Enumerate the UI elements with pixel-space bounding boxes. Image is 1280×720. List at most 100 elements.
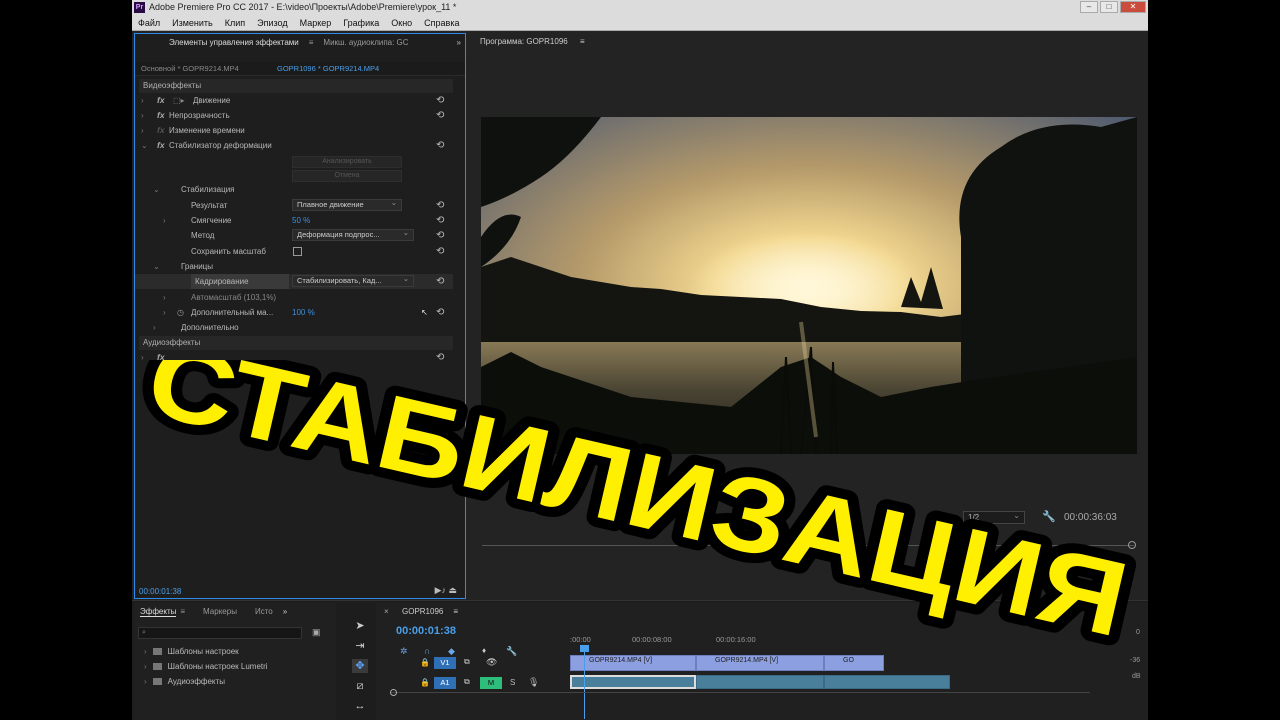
slip-tool-icon[interactable]: ↔ bbox=[352, 699, 368, 713]
effects-search-input[interactable]: ⌕ bbox=[138, 627, 302, 639]
close-button[interactable]: ✕ bbox=[1120, 1, 1146, 13]
track-select-tool-icon[interactable]: ⇥ bbox=[352, 639, 368, 653]
wrench-icon[interactable]: 🔧 bbox=[1042, 510, 1056, 523]
tab-audio-clip-mixer[interactable]: Микш. аудиоклипа: GC bbox=[315, 34, 416, 52]
reset-icon[interactable]: ⟲ bbox=[436, 350, 444, 365]
playhead-line[interactable] bbox=[584, 647, 585, 719]
collapse-arrow-icon[interactable]: ⌄ bbox=[153, 259, 160, 274]
overflow-icon[interactable]: » bbox=[283, 607, 287, 617]
panel-menu-icon[interactable]: ≡ bbox=[453, 607, 458, 616]
expand-arrow-icon[interactable]: › bbox=[144, 677, 147, 686]
expand-arrow-icon[interactable]: › bbox=[153, 320, 156, 335]
maximize-button[interactable]: □ bbox=[1100, 1, 1118, 13]
minimize-button[interactable]: – bbox=[1080, 1, 1098, 13]
result-dropdown[interactable]: Плавное движение bbox=[292, 199, 402, 211]
effect-warp-stabilizer[interactable]: ⌄ fx Стабилизатор деформации ⟲ bbox=[135, 138, 453, 153]
menu-help[interactable]: Справка bbox=[418, 15, 465, 30]
list-item[interactable]: › Аудиоэффекты bbox=[144, 677, 225, 686]
program-scrub-bar[interactable] bbox=[482, 545, 1134, 546]
fx-icon[interactable]: fx bbox=[157, 93, 165, 108]
collapse-arrow-icon[interactable]: ⌄ bbox=[153, 182, 160, 197]
video-clip[interactable]: GOPR9214.MP4 [V] bbox=[570, 655, 696, 671]
video-clip[interactable]: GO bbox=[824, 655, 884, 671]
source-clip-tab[interactable]: Основной * GOPR9214.MP4 bbox=[141, 62, 239, 76]
sync-lock-icon[interactable]: ⧉ bbox=[464, 657, 470, 667]
tab-history[interactable]: Исто bbox=[255, 607, 273, 617]
fx-icon[interactable]: fx bbox=[157, 138, 165, 153]
new-bin-icon[interactable]: ▣ bbox=[312, 627, 321, 638]
additional-scale-value[interactable]: 100 % bbox=[292, 305, 315, 320]
reset-icon[interactable]: ⟲ bbox=[436, 138, 444, 153]
expand-arrow-icon[interactable]: › bbox=[144, 662, 147, 671]
filter-export-icons[interactable]: ▶♪ ⏏ bbox=[435, 585, 457, 596]
autoscale-row[interactable]: › Автомасштаб (103,1%) bbox=[135, 290, 453, 305]
fx-icon[interactable]: fx bbox=[157, 350, 165, 365]
tab-effect-controls[interactable]: Элементы управления эффектами bbox=[135, 34, 307, 52]
scroll-handle-left[interactable] bbox=[390, 689, 397, 696]
effect-opacity[interactable]: › fx Непрозрачность ⟲ bbox=[135, 108, 453, 123]
panel-menu-icon[interactable]: ≡ bbox=[580, 37, 585, 46]
scrub-end-handle[interactable] bbox=[1128, 541, 1136, 549]
add-marker-icon[interactable]: ◆ bbox=[448, 646, 455, 657]
selection-tool-icon[interactable]: ➤ bbox=[352, 619, 368, 633]
sequence-tab[interactable]: GOPR1096 ≡ bbox=[402, 607, 458, 616]
marker-icon[interactable]: ♦ bbox=[482, 646, 486, 655]
wrench-icon[interactable]: 🔧 bbox=[506, 646, 517, 657]
mute-button[interactable]: M bbox=[480, 677, 502, 689]
snap-icon[interactable]: ✲ bbox=[400, 646, 408, 657]
reset-icon[interactable]: ⟲ bbox=[436, 228, 444, 243]
program-title-label[interactable]: Программа: GOPR1096 bbox=[480, 37, 568, 46]
eye-icon[interactable]: 👁 bbox=[486, 657, 497, 668]
preserve-scale-checkbox[interactable] bbox=[293, 247, 302, 256]
expand-arrow-icon[interactable]: › bbox=[163, 290, 166, 305]
expand-arrow-icon[interactable]: › bbox=[141, 123, 144, 138]
audio-clip[interactable] bbox=[824, 675, 950, 689]
expand-arrow-icon[interactable]: › bbox=[163, 305, 166, 320]
expand-arrow-icon[interactable]: › bbox=[141, 108, 144, 123]
zoom-select[interactable]: 1/2 ⌄ bbox=[963, 511, 1025, 524]
list-item[interactable]: › Шаблоны настроек bbox=[144, 647, 239, 656]
expand-arrow-icon[interactable]: › bbox=[163, 213, 166, 228]
video-clip[interactable]: GOPR9214.MP4 [V] bbox=[696, 655, 824, 671]
active-clip-tab[interactable]: GOPR1096 * GOPR9214.MP4 bbox=[277, 62, 379, 76]
menu-marker[interactable]: Маркер bbox=[294, 15, 338, 30]
audio-effect-row[interactable]: › fx ⟲ bbox=[135, 350, 453, 365]
effect-controls-timecode[interactable]: 00:00:01:38 bbox=[139, 587, 181, 596]
panel-menu-icon[interactable]: ≡ bbox=[180, 607, 185, 617]
ripple-edit-tool-icon[interactable]: ✥ bbox=[352, 659, 368, 673]
menu-window[interactable]: Окно bbox=[385, 15, 418, 30]
smoothness-value[interactable]: 50 % bbox=[292, 213, 310, 228]
method-dropdown[interactable]: Деформация подпрос... bbox=[292, 229, 414, 241]
reset-icon[interactable]: ⟲ bbox=[436, 108, 444, 123]
effect-motion[interactable]: › fx ⬚▸ Движение ⟲ bbox=[135, 93, 453, 108]
expand-arrow-icon[interactable]: › bbox=[144, 647, 147, 656]
fx-icon[interactable]: fx bbox=[157, 108, 165, 123]
collapse-arrow-icon[interactable]: ⌄ bbox=[141, 138, 148, 153]
track-a1-label[interactable]: A1 bbox=[434, 677, 456, 689]
menu-graphics[interactable]: Графика bbox=[337, 15, 385, 30]
framing-dropdown[interactable]: Стабилизировать, Кад... bbox=[292, 275, 414, 287]
reset-icon[interactable]: ⟲ bbox=[436, 213, 444, 228]
audio-clip[interactable] bbox=[696, 675, 824, 689]
advanced-group[interactable]: › Дополнительно bbox=[135, 320, 453, 335]
effect-time-remap[interactable]: › fx Изменение времени bbox=[135, 123, 453, 138]
audio-clip[interactable] bbox=[570, 675, 696, 689]
menu-file[interactable]: Файл bbox=[132, 15, 166, 30]
close-sequence-icon[interactable]: × bbox=[384, 607, 389, 616]
timeline-timecode[interactable]: 00:00:01:38 bbox=[396, 625, 456, 637]
menu-clip[interactable]: Клип bbox=[219, 15, 251, 30]
solo-button[interactable]: S bbox=[510, 678, 515, 687]
razor-tool-icon[interactable]: ⧄ bbox=[352, 679, 368, 693]
expand-arrow-icon[interactable]: › bbox=[141, 350, 144, 365]
linked-selection-icon[interactable]: ∩ bbox=[424, 646, 430, 656]
tab-markers[interactable]: Маркеры bbox=[203, 607, 237, 617]
expand-arrow-icon[interactable]: › bbox=[141, 93, 144, 108]
microphone-icon[interactable]: 🎙 bbox=[528, 677, 539, 688]
list-item[interactable]: › Шаблоны настроек Lumetri bbox=[144, 662, 268, 671]
reset-icon[interactable]: ⟲ bbox=[436, 274, 444, 289]
reset-icon[interactable]: ⟲ bbox=[436, 198, 444, 213]
menu-sequence[interactable]: Эпизод bbox=[251, 15, 293, 30]
stabilization-group[interactable]: ⌄ Стабилизация bbox=[135, 182, 453, 197]
reset-icon[interactable]: ⟲ bbox=[436, 244, 444, 259]
lock-icon[interactable]: 🔒 bbox=[420, 678, 430, 687]
